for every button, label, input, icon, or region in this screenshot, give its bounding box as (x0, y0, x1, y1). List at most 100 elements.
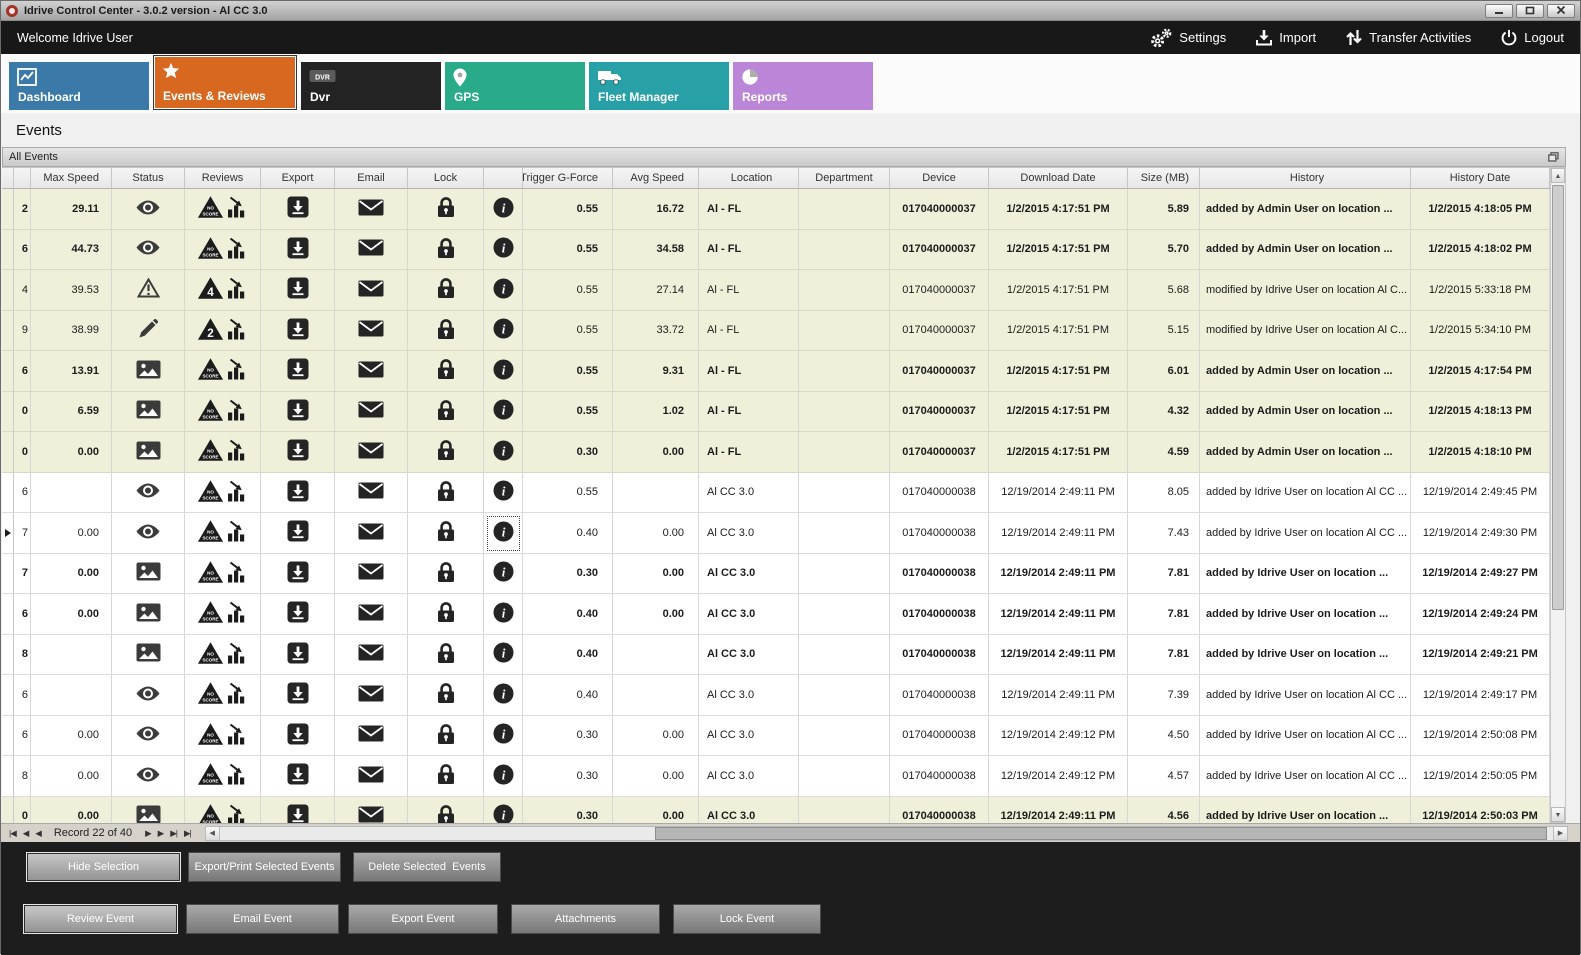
nav-left-button-1[interactable]: ◀ (21, 828, 31, 839)
status-cell[interactable] (112, 797, 185, 824)
lock-cell[interactable] (408, 392, 484, 433)
reviews-cell[interactable]: 2 (185, 311, 261, 352)
export-cell[interactable] (261, 311, 335, 352)
attachments-button[interactable]: Attachments (511, 904, 660, 934)
table-row[interactable]: 644.73NOSCOREi0.5534.58Al - FL0170400000… (2, 230, 1550, 271)
export-cell[interactable] (261, 675, 335, 716)
lock-cell[interactable] (408, 716, 484, 757)
minimize-button[interactable] (1485, 4, 1513, 18)
info-cell[interactable]: i (484, 594, 523, 635)
col-header-reviews[interactable]: Reviews (185, 167, 261, 189)
logout-action[interactable]: Logout (1501, 29, 1564, 46)
nav-right-button-2[interactable]: ▶| (168, 828, 179, 839)
import-action[interactable]: Import (1256, 29, 1316, 46)
table-row[interactable]: 229.11NOSCOREi0.5516.72Al - FL0170400000… (2, 189, 1550, 230)
col-header-history-date[interactable]: History Date (1411, 167, 1550, 189)
lock-cell[interactable] (408, 554, 484, 595)
reviews-cell[interactable]: NOSCORE (185, 392, 261, 433)
tab-dashboard[interactable]: Dashboard (9, 62, 149, 110)
email-cell[interactable] (335, 635, 408, 676)
reviews-cell[interactable]: NOSCORE (185, 513, 261, 554)
lock-cell[interactable] (408, 311, 484, 352)
reviews-cell[interactable]: NOSCORE (185, 351, 261, 392)
col-header-max-speed[interactable]: Max Speed (31, 167, 112, 189)
horizontal-scroll-thumb[interactable] (655, 827, 1547, 840)
vertical-scrollbar[interactable]: ▲ ▼ (1550, 167, 1566, 823)
reviews-cell[interactable]: NOSCORE (185, 473, 261, 514)
export-print-selected-events-button[interactable]: Export/Print Selected Events (188, 852, 341, 882)
scroll-up-arrow-icon[interactable]: ▲ (1551, 168, 1565, 183)
status-cell[interactable] (112, 230, 185, 271)
col-header-avg-speed[interactable]: Avg Speed (613, 167, 699, 189)
review-event-button[interactable]: Review Event (23, 904, 178, 934)
export-cell[interactable] (261, 635, 335, 676)
email-cell[interactable] (335, 230, 408, 271)
lock-cell[interactable] (408, 635, 484, 676)
tab-fleet-manager[interactable]: Fleet Manager (589, 62, 729, 110)
export-cell[interactable] (261, 513, 335, 554)
close-button[interactable] (1547, 4, 1575, 18)
table-row[interactable]: 613.91NOSCOREi0.559.31Al - FL01704000003… (2, 351, 1550, 392)
table-row[interactable]: 60.00NOSCOREi0.300.00Al CC 3.00170400000… (2, 716, 1550, 757)
export-cell[interactable] (261, 432, 335, 473)
email-cell[interactable] (335, 432, 408, 473)
nav-left-button-2[interactable]: ◀ (33, 828, 43, 839)
email-event-button[interactable]: Email Event (186, 904, 339, 934)
transfer-activities-action[interactable]: Transfer Activities (1346, 29, 1471, 46)
reviews-cell[interactable]: NOSCORE (185, 189, 261, 230)
col-header-location[interactable]: Location (699, 167, 799, 189)
tab-dvr[interactable]: DVRDvr (301, 62, 441, 110)
export-cell[interactable] (261, 270, 335, 311)
settings-action[interactable]: Settings (1149, 28, 1226, 48)
reviews-cell[interactable]: NOSCORE (185, 675, 261, 716)
reviews-cell[interactable]: NOSCORE (185, 594, 261, 635)
col-header-email[interactable]: Email (335, 167, 408, 189)
info-cell[interactable]: i (484, 756, 523, 797)
col-header-download-date[interactable]: Download Date (989, 167, 1128, 189)
delete-selected-events-button[interactable]: Delete Selected Events (353, 852, 501, 882)
info-cell[interactable]: i (484, 230, 523, 271)
export-cell[interactable] (261, 189, 335, 230)
info-cell[interactable]: i (484, 351, 523, 392)
table-row[interactable]: 439.534i0.5527.14Al - FL0170400000371/2/… (2, 270, 1550, 311)
col-header-size-mb[interactable]: Size (MB) (1128, 167, 1200, 189)
table-row[interactable]: 70.00NOSCOREi0.300.00Al CC 3.00170400000… (2, 554, 1550, 595)
info-cell[interactable]: i (484, 392, 523, 433)
col-header-status[interactable]: Status (112, 167, 185, 189)
nav-right-button-3[interactable]: ▶| (182, 828, 193, 839)
col-header-export[interactable]: Export (261, 167, 335, 189)
export-cell[interactable] (261, 351, 335, 392)
lock-cell[interactable] (408, 270, 484, 311)
nav-left-button-0[interactable]: |◀ (7, 828, 18, 839)
info-cell[interactable]: i (484, 270, 523, 311)
status-cell[interactable] (112, 756, 185, 797)
hide-selection-button[interactable]: Hide Selection (26, 852, 181, 882)
export-cell[interactable] (261, 392, 335, 433)
reviews-cell[interactable]: NOSCORE (185, 635, 261, 676)
lock-cell[interactable] (408, 230, 484, 271)
table-row[interactable]: 8NOSCOREi0.40Al CC 3.001704000003812/19/… (2, 635, 1550, 676)
email-cell[interactable] (335, 270, 408, 311)
export-cell[interactable] (261, 756, 335, 797)
export-cell[interactable] (261, 594, 335, 635)
scroll-left-arrow-icon[interactable]: ◀ (206, 827, 220, 840)
export-cell[interactable] (261, 554, 335, 595)
horizontal-scrollbar[interactable]: ◀ ▶ (205, 826, 1568, 841)
table-row[interactable]: 6NOSCOREi0.40Al CC 3.001704000003812/19/… (2, 675, 1550, 716)
reviews-cell[interactable]: 4 (185, 270, 261, 311)
col-header-trigger-g-force[interactable]: Trigger G-Force (523, 167, 613, 189)
email-cell[interactable] (335, 675, 408, 716)
reviews-cell[interactable]: NOSCORE (185, 756, 261, 797)
status-cell[interactable] (112, 716, 185, 757)
lock-cell[interactable] (408, 473, 484, 514)
info-cell[interactable]: i (484, 635, 523, 676)
status-cell[interactable] (112, 392, 185, 433)
status-cell[interactable] (112, 432, 185, 473)
email-cell[interactable] (335, 594, 408, 635)
email-cell[interactable] (335, 797, 408, 824)
email-cell[interactable] (335, 473, 408, 514)
nav-right-button-0[interactable]: ▶ (143, 828, 153, 839)
email-cell[interactable] (335, 392, 408, 433)
vertical-scroll-thumb[interactable] (1552, 185, 1564, 610)
tab-reports[interactable]: Reports (733, 62, 873, 110)
